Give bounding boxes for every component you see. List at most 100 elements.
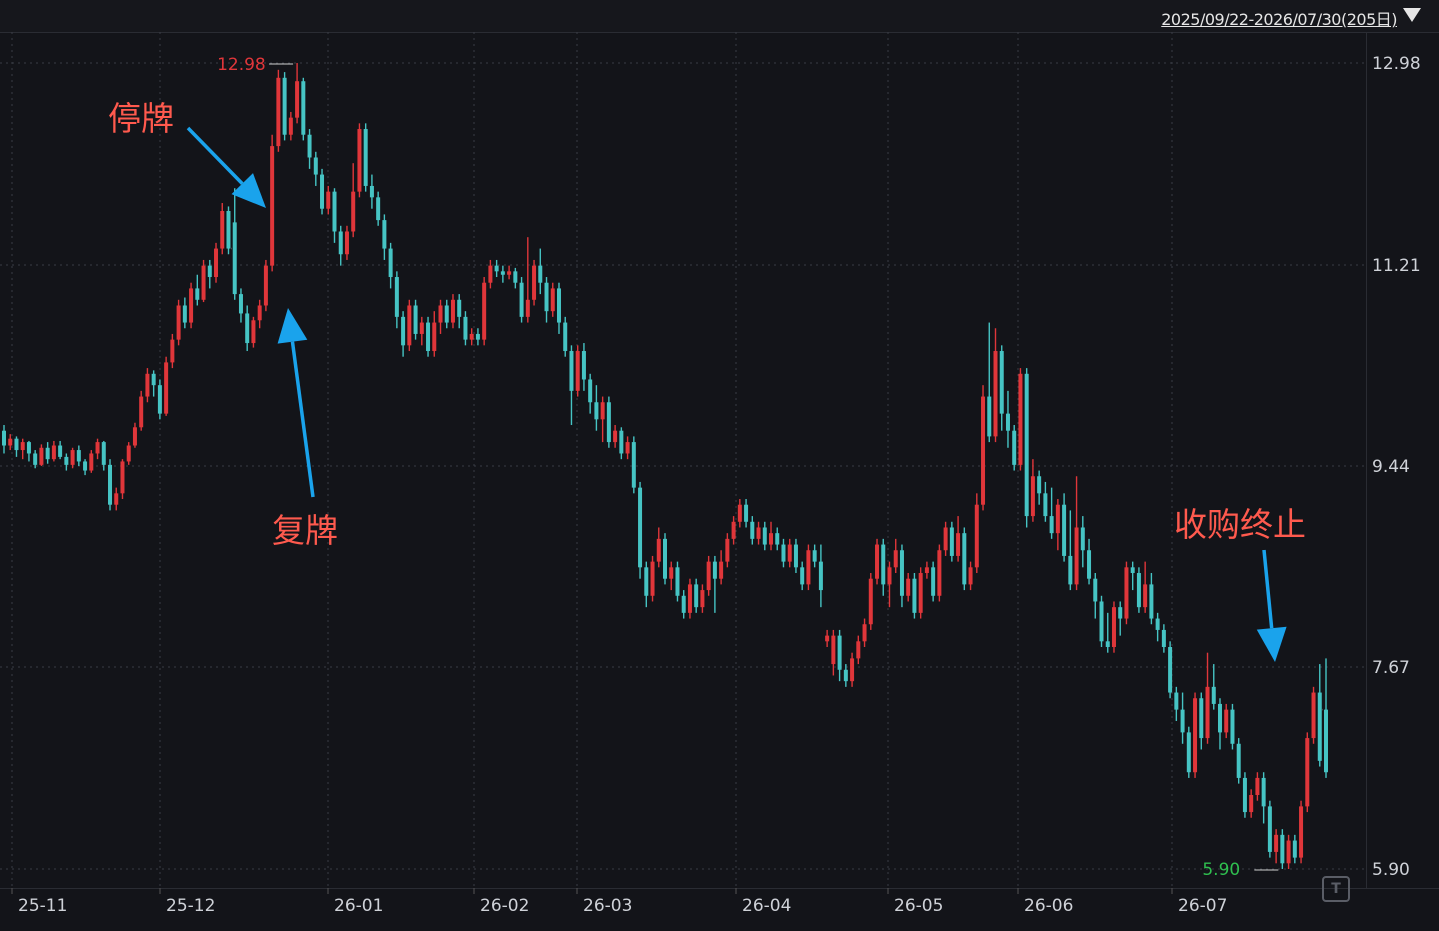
candle-body [1168,647,1173,693]
candle-body [357,129,362,192]
candle-body [1242,777,1247,813]
candle-body [943,527,948,551]
candle-body [1174,692,1179,710]
candle-body [201,265,206,300]
candle-body [644,567,649,596]
candle-body [58,445,63,457]
candle-body [20,442,25,451]
candle-body [2,430,6,446]
candle-body [251,320,256,344]
candle-body [875,544,880,579]
axis-labels: 12.98 11.21 9.44 7.67 5.90 25-11 25-12 26-01 26-… [18,54,1421,916]
candle-body [968,567,973,585]
candle-body [663,538,667,579]
candle-body [825,635,830,642]
candle-body [1249,795,1254,813]
candle-body [282,77,287,135]
candle-body [1274,834,1279,852]
date-tick-label: 25-11 [18,896,67,916]
annotation-label: 停牌 [108,99,174,138]
candle-body [120,461,125,494]
candle-body [806,550,811,585]
date-tick-label: 26-04 [742,896,791,916]
candle-body [45,447,50,460]
candle-body [706,561,711,591]
candle-body [189,288,194,323]
date-tick-label: 26-02 [480,896,529,916]
candle-body [831,635,836,665]
price-tick-label: 7.67 [1372,658,1410,678]
candle-body [581,351,586,380]
candle-body [725,538,730,562]
candle-body [613,430,618,443]
candle-body [1099,601,1104,642]
candle-body [769,533,774,545]
candlestick-chart[interactable]: 12.98 11.21 9.44 7.67 5.90 25-11 25-12 26-01 26-… [0,0,1439,930]
candle-body [893,550,898,568]
candle-body [232,222,237,295]
candle-body [737,504,742,522]
candle-body [525,299,530,317]
candle-body [1286,840,1291,864]
candle-body [1217,703,1222,733]
candle-body [83,461,88,471]
candle-body [712,561,717,579]
candle-body [899,550,904,596]
candle-body [207,265,212,278]
candle-body [687,584,692,613]
candle-body [1030,476,1035,517]
candle-body [1211,686,1216,704]
terminate-arrow-shaft [1262,549,1274,629]
candle-body [195,288,200,300]
brand-watermark: T [1322,876,1350,902]
candle-body [488,265,493,283]
candle-body [762,527,767,545]
candle-body [744,504,749,522]
resume-arrow-shaft [290,341,315,498]
candle-body [563,322,568,352]
candle-body [1149,584,1154,619]
candle-body [95,442,100,454]
candle-body [164,362,169,414]
candle-body [1180,709,1185,733]
candle-body [1292,840,1297,858]
candle-body [575,351,580,391]
candle-body [1324,709,1328,773]
candle-body [108,464,113,505]
candle-body [8,438,13,446]
candle-body [625,442,630,454]
candle-body [176,305,181,340]
candle-body [1267,806,1272,852]
candle-body [756,527,761,539]
candle-body [401,316,406,346]
candle-body [257,305,262,321]
candle-body [295,81,300,118]
candle-body [14,438,19,451]
candle-body [39,447,44,465]
candle-body [1087,550,1092,579]
candle-body [388,248,393,278]
candle-body [463,316,468,340]
candle-body [1143,584,1148,608]
candle-body [981,396,986,505]
candle-body [1005,413,1010,431]
candle-body [569,351,574,391]
candle-body [469,333,474,340]
candle-body [519,282,524,317]
candle-body [1199,698,1204,739]
candle-body [862,624,867,642]
candle-body [638,487,643,568]
candle-body [332,191,337,232]
candle-body [1193,698,1198,773]
candle-body [1049,516,1054,534]
price-tick-label: 5.90 [1372,860,1410,880]
annotation-label: 收购终止 [1174,505,1306,544]
candle-body [550,288,555,312]
price-tick-label: 11.21 [1372,256,1421,276]
candle-body [1043,493,1048,517]
candle-body [912,578,917,613]
candle-body [993,351,998,437]
candle-body [800,567,805,585]
candle-body [51,445,56,460]
candle-body [1305,738,1310,807]
